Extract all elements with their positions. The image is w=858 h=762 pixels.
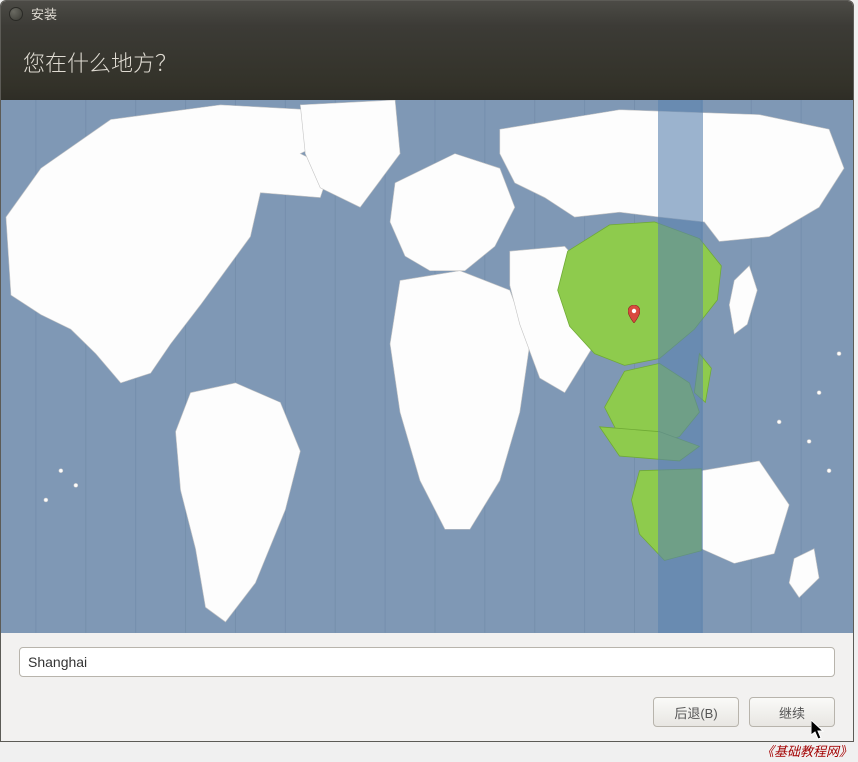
close-icon[interactable]: [9, 7, 23, 21]
window-title: 安装: [31, 4, 57, 23]
watermark-text: 《基础教程网》: [761, 741, 852, 760]
timezone-map[interactable]: [1, 100, 853, 633]
header-question: 您在什么地方？: [23, 51, 177, 76]
location-panel: [1, 633, 853, 685]
location-input[interactable]: [19, 647, 835, 677]
page-header: 您在什么地方？: [1, 26, 853, 100]
back-button[interactable]: 后退(B): [653, 697, 739, 727]
continue-button[interactable]: 继续: [749, 697, 835, 727]
title-bar[interactable]: 安装: [1, 1, 853, 26]
nav-button-row: 后退(B) 继续: [1, 685, 853, 741]
installer-window: 安装 您在什么地方？: [0, 0, 854, 742]
world-map-svg: [1, 100, 853, 633]
